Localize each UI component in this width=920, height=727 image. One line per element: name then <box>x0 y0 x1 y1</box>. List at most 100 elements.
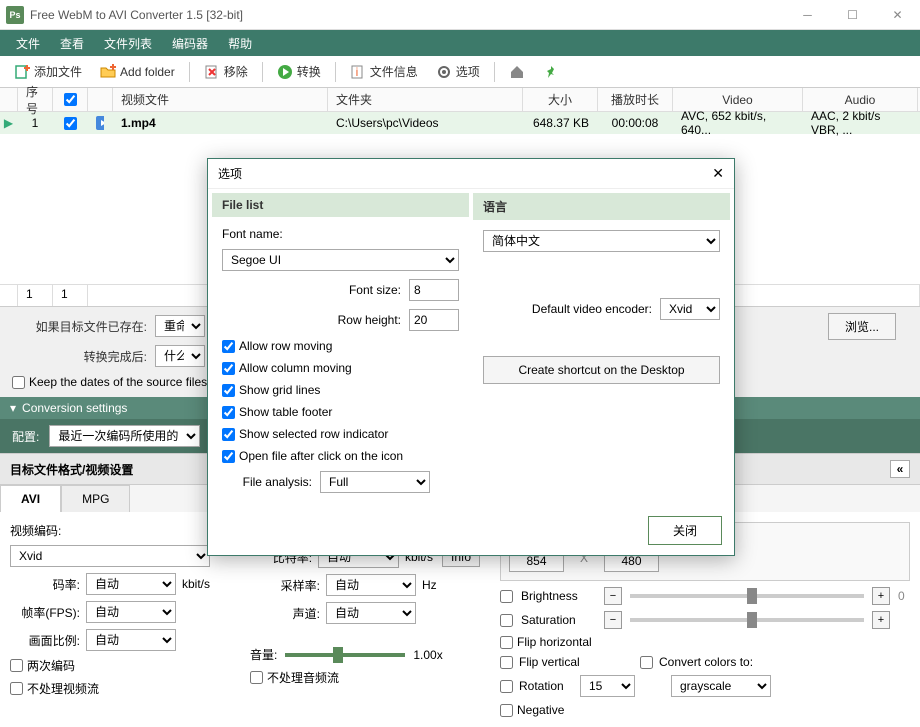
grayscale-select[interactable]: grayscale <box>671 675 771 697</box>
default-encoder-select[interactable]: Xvid <box>660 298 720 320</box>
row-marker: ▶ <box>0 114 18 132</box>
menu-encoder[interactable]: 编码器 <box>162 31 218 56</box>
open-after-click-checkbox[interactable] <box>222 450 235 463</box>
saturation-slider[interactable] <box>630 618 864 622</box>
col-folder[interactable]: 文件夹 <box>328 88 523 111</box>
aspect-select[interactable]: 自动 <box>86 629 176 651</box>
conversion-settings-label: Conversion settings <box>22 401 127 415</box>
brightness-value: 0 <box>898 589 910 603</box>
pin-button[interactable] <box>535 61 567 83</box>
add-file-button[interactable]: 添加文件 <box>6 60 90 83</box>
font-size-input[interactable] <box>409 279 459 301</box>
after-select[interactable]: 什么 <box>155 345 205 367</box>
no-audio-checkbox[interactable] <box>250 671 263 684</box>
allow-row-moving-checkbox[interactable] <box>222 340 235 353</box>
two-pass-label: 两次编码 <box>27 657 75 674</box>
remove-icon <box>204 64 220 80</box>
maximize-button[interactable]: ☐ <box>830 0 875 30</box>
close-button[interactable]: ✕ <box>875 0 920 30</box>
fps-select[interactable]: 自动 <box>86 601 176 623</box>
minimize-button[interactable]: ─ <box>785 0 830 30</box>
no-video-label: 不处理视频流 <box>27 680 99 697</box>
remove-button[interactable]: 移除 <box>196 60 256 83</box>
convert-colors-checkbox[interactable] <box>640 656 653 669</box>
row-seq: 1 <box>18 114 53 132</box>
channels-select[interactable]: 自动 <box>326 602 416 624</box>
menu-filelist[interactable]: 文件列表 <box>94 31 162 56</box>
convert-colors-label: Convert colors to: <box>659 655 753 669</box>
tab-avi[interactable]: AVI <box>0 485 61 512</box>
language-select[interactable]: 简体中文 <box>483 230 720 252</box>
saturation-plus[interactable]: + <box>872 611 890 629</box>
add-folder-icon <box>100 64 116 80</box>
toolbar: 添加文件 Add folder 移除 转换 i 文件信息 选项 <box>0 56 920 88</box>
config-select[interactable]: 最近一次编码所使用的 <box>49 425 200 447</box>
menu-help[interactable]: 帮助 <box>218 31 262 56</box>
col-seq[interactable]: 序号 <box>18 88 53 111</box>
brightness-checkbox[interactable] <box>500 590 513 603</box>
show-grid-checkbox[interactable] <box>222 384 235 397</box>
exists-label: 如果目标文件已存在: <box>12 318 147 335</box>
two-pass-checkbox[interactable] <box>10 659 23 672</box>
saturation-minus[interactable]: − <box>604 611 622 629</box>
row-height-input[interactable] <box>409 309 459 331</box>
row-check[interactable] <box>53 115 88 132</box>
table-row[interactable]: ▶ 1 1.mp4 C:\Users\pc\Videos 648.37 KB 0… <box>0 112 920 134</box>
options-button[interactable]: 选项 <box>428 60 488 83</box>
add-folder-button[interactable]: Add folder <box>92 61 183 83</box>
negative-checkbox[interactable] <box>500 704 513 717</box>
options-label: 选项 <box>456 63 480 80</box>
col-check[interactable] <box>53 88 88 111</box>
sample-select[interactable]: 自动 <box>326 574 416 596</box>
show-footer-checkbox[interactable] <box>222 406 235 419</box>
menu-file[interactable]: 文件 <box>6 31 50 56</box>
bitrate-select[interactable]: 自动 <box>86 573 176 595</box>
keep-dates-checkbox[interactable] <box>12 376 25 389</box>
dialog-close-icon[interactable]: ✕ <box>712 165 724 182</box>
no-video-checkbox[interactable] <box>10 682 23 695</box>
exists-select[interactable]: 重命 <box>155 315 205 337</box>
language-group-header: 语言 <box>473 193 730 220</box>
col-duration[interactable]: 播放时长 <box>598 88 673 111</box>
show-indicator-label: Show selected row indicator <box>239 427 388 441</box>
file-info-button[interactable]: i 文件信息 <box>342 60 426 83</box>
create-shortcut-button[interactable]: Create shortcut on the Desktop <box>483 356 720 384</box>
show-indicator-checkbox[interactable] <box>222 428 235 441</box>
font-name-label: Font name: <box>222 227 459 241</box>
brightness-slider[interactable] <box>630 594 864 598</box>
brightness-minus[interactable]: − <box>604 587 622 605</box>
menu-view[interactable]: 查看 <box>50 31 94 56</box>
allow-row-moving-label: Allow row moving <box>239 339 332 353</box>
col-file[interactable]: 视频文件 <box>113 88 328 111</box>
flip-v-label: Flip vertical <box>519 655 634 669</box>
col-icon[interactable] <box>88 88 113 111</box>
row-audio: AAC, 2 kbit/s VBR, ... <box>803 107 918 139</box>
convert-button[interactable]: 转换 <box>269 60 329 83</box>
rotation-checkbox[interactable] <box>500 680 513 693</box>
show-footer-label: Show table footer <box>239 405 332 419</box>
brightness-label: Brightness <box>521 589 596 603</box>
allow-col-moving-checkbox[interactable] <box>222 362 235 375</box>
footer-count1: 1 <box>18 285 53 306</box>
dialog-close-button[interactable]: 关闭 <box>648 516 722 545</box>
brightness-plus[interactable]: + <box>872 587 890 605</box>
saturation-checkbox[interactable] <box>500 614 513 627</box>
row-checkbox[interactable] <box>64 117 77 130</box>
col-size[interactable]: 大小 <box>523 88 598 111</box>
font-size-label: Font size: <box>349 283 401 297</box>
col-marker[interactable] <box>0 88 18 111</box>
flip-v-checkbox[interactable] <box>500 656 513 669</box>
video-encoding-label: 视频编码: <box>10 522 230 539</box>
font-name-select[interactable]: Segoe UI <box>222 249 459 271</box>
home-button[interactable] <box>501 61 533 83</box>
remove-label: 移除 <box>224 63 248 80</box>
flip-h-checkbox[interactable] <box>500 636 513 649</box>
tab-mpg[interactable]: MPG <box>61 485 130 512</box>
video-encoding-select[interactable]: Xvid <box>10 545 210 567</box>
file-analysis-select[interactable]: Full <box>320 471 430 493</box>
collapse-button[interactable]: « <box>890 460 910 478</box>
rotation-select[interactable]: 15 <box>580 675 635 697</box>
header-checkbox[interactable] <box>64 93 77 106</box>
volume-slider[interactable] <box>285 653 405 657</box>
browse-button[interactable]: 浏览... <box>828 313 896 340</box>
